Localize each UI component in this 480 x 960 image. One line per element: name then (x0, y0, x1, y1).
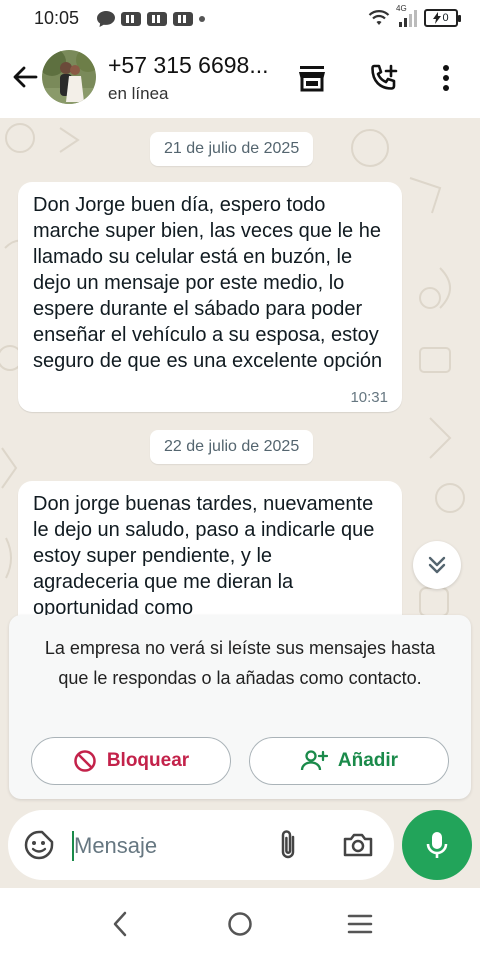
add-call-button[interactable] (364, 58, 404, 98)
system-nav-bar (0, 888, 480, 960)
add-contact-button-label: Añadir (337, 750, 399, 771)
nav-recents-button[interactable] (338, 904, 382, 944)
status-right: 4G 0 (368, 4, 461, 28)
double-chevron-down-icon (428, 556, 446, 574)
block-button-label: Bloquear (106, 750, 190, 771)
chat-header: +57 315 6698... en línea (0, 38, 480, 118)
add-person-icon (300, 750, 328, 771)
notice-text: La empresa no verá si leíste sus mensaje… (44, 638, 436, 688)
battery-level: 0 (442, 12, 449, 24)
more-vert-icon (443, 65, 449, 91)
emoji-button[interactable] (22, 828, 56, 862)
store-icon (299, 66, 325, 92)
message-time: 10:31 (350, 389, 388, 406)
message-text: Don Jorge buen día, espero todo marche s… (33, 194, 383, 372)
signal-icon: 4G (396, 4, 418, 28)
menu-lines-icon (347, 914, 373, 934)
phone-plus-icon (371, 64, 398, 90)
block-button[interactable]: Bloquear (31, 737, 231, 785)
store-button[interactable] (292, 58, 332, 98)
date-divider: 21 de julio de 2025 (150, 132, 314, 166)
paperclip-icon (281, 830, 295, 859)
battery-icon: 0 (424, 9, 461, 27)
voice-message-button[interactable] (402, 810, 472, 880)
message-composer (8, 810, 394, 880)
back-button[interactable] (8, 60, 42, 94)
block-icon (74, 750, 96, 772)
message-input[interactable] (74, 830, 264, 862)
attach-button[interactable] (270, 827, 306, 863)
chat-notification-icon (97, 11, 115, 27)
message-text: Don jorge buenas tardes, nuevamente le d… (33, 493, 375, 619)
more-notifications-dot-icon (199, 16, 205, 22)
wifi-icon (368, 10, 390, 25)
date-divider: 22 de julio de 2025 (150, 430, 314, 464)
video-notification-icon (173, 12, 193, 26)
menu-button[interactable] (426, 58, 466, 98)
status-time: 10:05 (34, 8, 80, 28)
notification-icons (96, 10, 206, 28)
message-bubble[interactable]: Don Jorge buen día, espero todo marche s… (18, 182, 402, 412)
video-notification-icon (121, 12, 141, 26)
avatar[interactable] (42, 50, 96, 104)
avatar-photo (42, 50, 96, 104)
sticker-icon (24, 830, 54, 860)
chat-area[interactable]: 21 de julio de 2025 Don Jorge buen día, … (0, 118, 480, 888)
nav-back-button[interactable] (98, 904, 142, 944)
camera-button[interactable] (338, 827, 378, 863)
scroll-down-button[interactable] (413, 541, 461, 589)
chevron-left-icon (113, 911, 127, 937)
status-bar: 10:05 4G 0 (0, 0, 480, 38)
camera-icon (343, 833, 373, 857)
contact-name[interactable]: +57 315 6698... (108, 52, 269, 79)
circle-home-icon (228, 912, 252, 936)
video-notification-icon (147, 12, 167, 26)
arrow-left-icon (13, 66, 38, 88)
add-contact-button[interactable]: Añadir (249, 737, 449, 785)
nav-home-button[interactable] (218, 904, 262, 944)
unknown-contact-notice: La empresa no verá si leíste sus mensaje… (9, 615, 471, 799)
microphone-icon (426, 832, 448, 858)
contact-status: en línea (108, 84, 169, 103)
